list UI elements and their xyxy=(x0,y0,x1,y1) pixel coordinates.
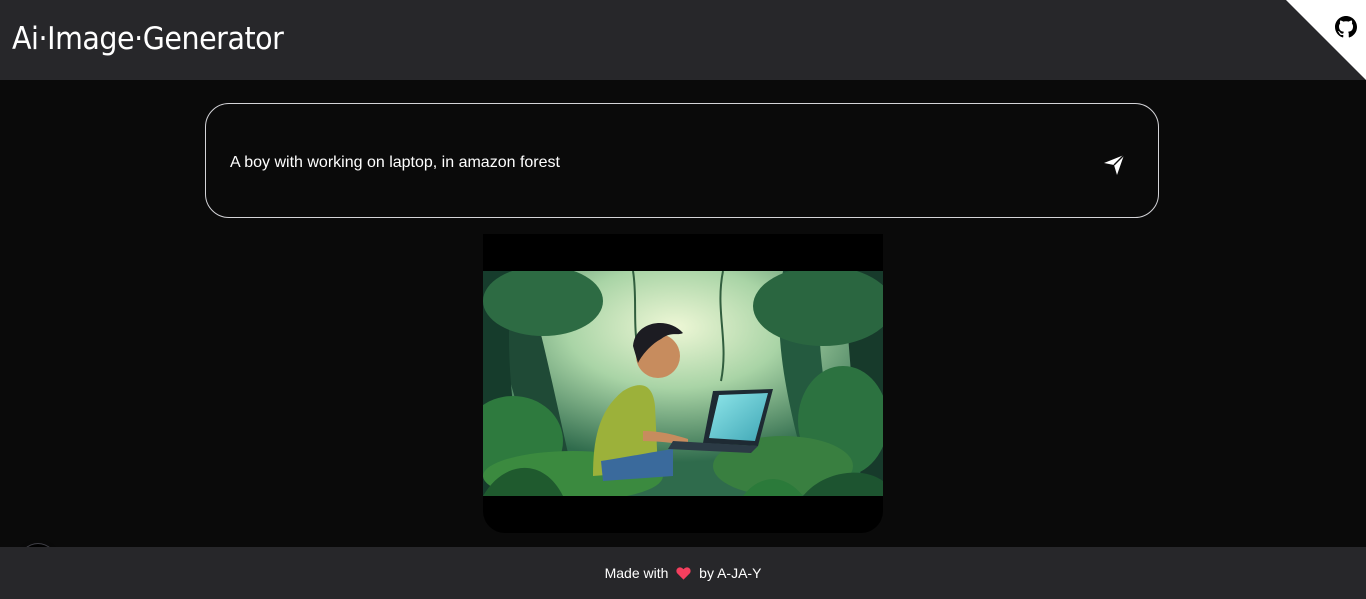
footer-credit: Made with by A-JA-Y xyxy=(0,565,1366,581)
footer-bar: Made with by A-JA-Y xyxy=(0,547,1366,599)
prompt-input[interactable] xyxy=(230,152,1090,174)
send-button[interactable] xyxy=(1100,150,1128,178)
generated-image-frame xyxy=(483,234,883,533)
footer-author: by A-JA-Y xyxy=(699,565,762,581)
prompt-box xyxy=(205,103,1159,218)
footer-made-with: Made with xyxy=(604,565,669,581)
app-title: Ai·Image·Generator xyxy=(12,21,284,57)
github-icon xyxy=(1335,16,1357,38)
header-bar: Ai·Image·Generator xyxy=(0,0,1366,80)
send-icon xyxy=(1104,154,1125,175)
heart-icon xyxy=(676,567,691,580)
github-corner-link[interactable] xyxy=(1286,0,1366,80)
corner-ribbon xyxy=(1286,0,1366,80)
generated-image xyxy=(483,271,883,496)
